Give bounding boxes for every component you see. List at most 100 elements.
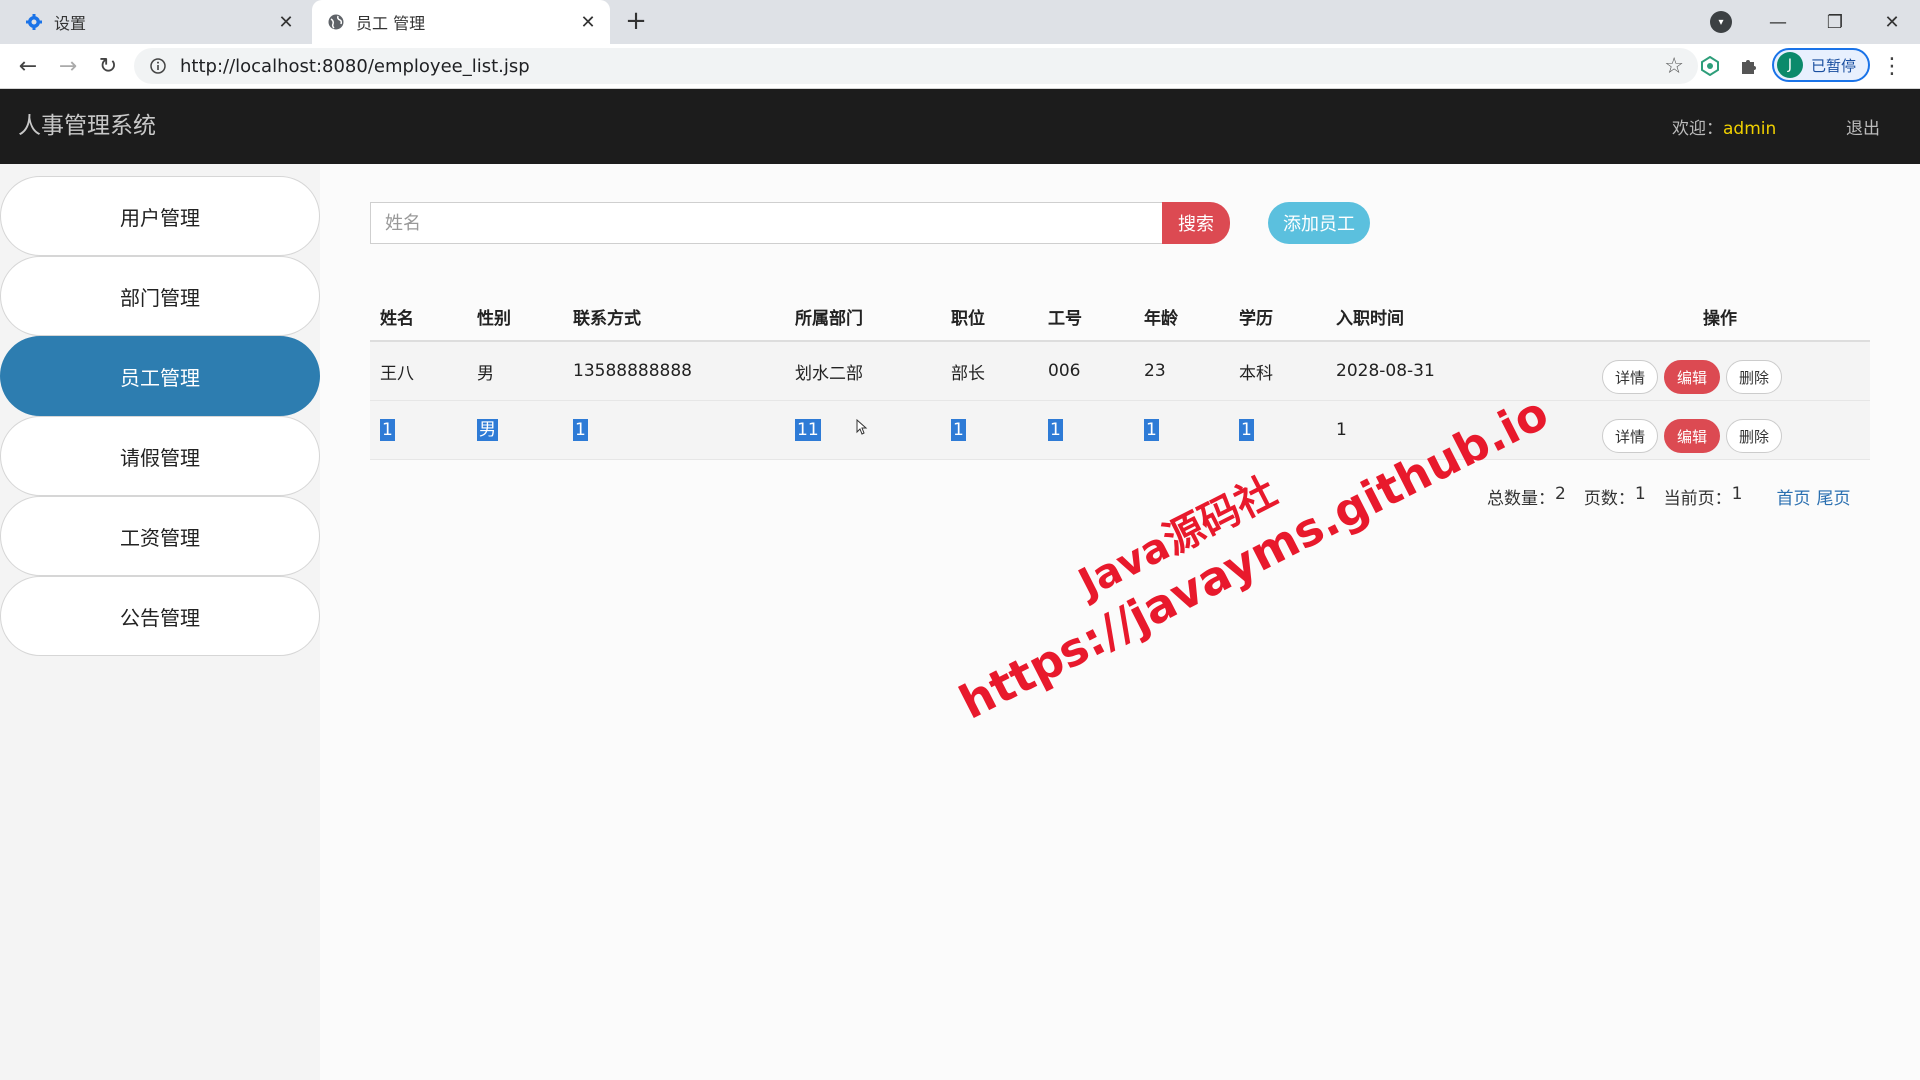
new-tab-button[interactable]: + bbox=[622, 8, 650, 36]
cell-department: 划水二部 bbox=[795, 363, 863, 384]
total-label: 总数量： bbox=[1487, 489, 1555, 509]
detail-button[interactable]: 详情 bbox=[1602, 419, 1658, 453]
row-actions: 详情 编辑 删除 bbox=[1602, 401, 1782, 459]
total-count: 2 bbox=[1555, 484, 1566, 504]
sidebar-item-users[interactable]: 用户管理 bbox=[0, 176, 320, 256]
selected-text: 1 bbox=[1144, 419, 1159, 441]
cell-phone: 1 bbox=[573, 401, 588, 459]
last-page-link[interactable]: 尾页 bbox=[1816, 484, 1850, 509]
selected-text: 1 bbox=[573, 419, 588, 441]
restore-icon[interactable]: ❐ bbox=[1815, 6, 1855, 38]
delete-button[interactable]: 删除 bbox=[1726, 360, 1782, 394]
pages-label: 页数： bbox=[1583, 489, 1635, 509]
cell-department: 11 bbox=[795, 401, 821, 459]
cell-hire-date: 1 bbox=[1336, 420, 1347, 440]
cell-name: 1 bbox=[380, 401, 395, 459]
extension-hex-icon[interactable] bbox=[1696, 52, 1724, 80]
selected-text: 1 bbox=[380, 419, 395, 441]
page-count: 1 bbox=[1634, 484, 1646, 504]
detail-button[interactable]: 详情 bbox=[1602, 360, 1658, 394]
search-input[interactable] bbox=[370, 202, 1164, 244]
cell-age: 1 bbox=[1144, 401, 1159, 459]
sidebar-item-notices[interactable]: 公告管理 bbox=[0, 576, 320, 656]
app-brand[interactable]: 人事管理系统 bbox=[18, 106, 156, 140]
table-header: 姓名 性别 联系方式 所属部门 职位 工号 年龄 学历 入职时间 操作 bbox=[370, 292, 1870, 342]
cell-name: 王八 bbox=[380, 363, 414, 384]
tab-settings[interactable]: 设置 ✕ bbox=[8, 0, 308, 44]
column-header: 操作 bbox=[1703, 308, 1737, 329]
info-icon[interactable] bbox=[148, 56, 168, 76]
browser-tabstrip: 设置 ✕ 员工 管理 ✕ + ▾ — ❐ ✕ bbox=[0, 0, 1920, 44]
table-row: 1 男 1 11 1 1 1 1 1 详情 编辑 删除 bbox=[370, 401, 1870, 460]
username: admin bbox=[1723, 119, 1777, 139]
column-header: 学历 bbox=[1239, 308, 1273, 329]
column-header: 年龄 bbox=[1144, 308, 1178, 329]
cell-gender: 男 bbox=[477, 363, 494, 384]
cell-age: 23 bbox=[1144, 361, 1166, 381]
profile-status: 已暂停 bbox=[1811, 56, 1857, 75]
add-employee-button[interactable]: 添加员工 bbox=[1268, 202, 1370, 244]
selected-text: 1 bbox=[1048, 419, 1063, 441]
close-icon[interactable]: ✕ bbox=[274, 10, 298, 34]
sidebar-item-salary[interactable]: 工资管理 bbox=[0, 496, 320, 576]
selected-text: 11 bbox=[795, 419, 821, 441]
logout-link[interactable]: 退出 bbox=[1846, 114, 1880, 139]
extensions-puzzle-icon[interactable] bbox=[1735, 52, 1763, 80]
current-page: 1 bbox=[1731, 484, 1743, 504]
sidebar-item-leave[interactable]: 请假管理 bbox=[0, 416, 320, 496]
window-close-icon[interactable]: ✕ bbox=[1872, 6, 1912, 38]
back-icon[interactable]: ← bbox=[12, 50, 44, 82]
first-page-link[interactable]: 首页 bbox=[1776, 484, 1810, 509]
column-header: 入职时间 bbox=[1336, 308, 1404, 329]
column-header: 性别 bbox=[477, 308, 511, 329]
edit-button[interactable]: 编辑 bbox=[1664, 419, 1720, 453]
avatar: J bbox=[1777, 52, 1803, 78]
sidebar-item-departments[interactable]: 部门管理 bbox=[0, 256, 320, 336]
column-header: 职位 bbox=[951, 308, 985, 329]
bookmark-star-icon[interactable]: ☆ bbox=[1664, 54, 1684, 79]
selected-text: 1 bbox=[1239, 419, 1254, 441]
selected-text: 1 bbox=[951, 419, 966, 441]
tab-employee-management[interactable]: 员工 管理 ✕ bbox=[312, 0, 610, 44]
table-row: 王八 男 13588888888 划水二部 部长 006 23 本科 2028-… bbox=[370, 342, 1870, 401]
column-header: 联系方式 bbox=[573, 308, 641, 329]
url-text[interactable]: http://localhost:8080/employee_list.jsp bbox=[180, 56, 1664, 77]
current-label: 当前页： bbox=[1663, 489, 1732, 509]
app-header: 人事管理系统 欢迎：admin 退出 bbox=[0, 89, 1920, 164]
address-bar[interactable]: http://localhost:8080/employee_list.jsp … bbox=[134, 48, 1698, 84]
sidebar-item-employees[interactable]: 员工管理 bbox=[0, 336, 320, 416]
tab-label: 员工 管理 bbox=[356, 14, 426, 33]
cell-education: 1 bbox=[1239, 401, 1254, 459]
delete-button[interactable]: 删除 bbox=[1726, 419, 1782, 453]
cell-employee-no: 006 bbox=[1048, 361, 1081, 381]
reload-icon[interactable]: ↻ bbox=[92, 50, 124, 82]
tab-label: 设置 bbox=[54, 14, 87, 33]
column-header: 姓名 bbox=[380, 308, 414, 329]
cell-phone: 13588888888 bbox=[573, 361, 692, 381]
gear-icon bbox=[24, 12, 44, 32]
cell-education: 本科 bbox=[1239, 363, 1273, 384]
close-icon[interactable]: ✕ bbox=[576, 10, 600, 34]
welcome-text: 欢迎：admin bbox=[1672, 114, 1776, 139]
search-button[interactable]: 搜索 bbox=[1162, 202, 1230, 244]
cell-employee-no: 1 bbox=[1048, 401, 1063, 459]
pagination: 总数量： 2 页数： 1 当前页： 1 首页 尾页 bbox=[1487, 484, 1856, 509]
globe-icon bbox=[326, 12, 346, 32]
welcome-prefix: 欢迎： bbox=[1672, 119, 1723, 139]
edit-button[interactable]: 编辑 bbox=[1664, 360, 1720, 394]
minimize-icon[interactable]: — bbox=[1758, 6, 1798, 38]
selected-text: 男 bbox=[477, 419, 498, 441]
profile-paused-button[interactable]: J 已暂停 bbox=[1772, 48, 1870, 82]
cell-hire-date: 2028-08-31 bbox=[1336, 361, 1435, 381]
sidebar: 用户管理 部门管理 员工管理 请假管理 工资管理 公告管理 bbox=[0, 164, 320, 1080]
menu-kebab-icon[interactable]: ⋮ bbox=[1880, 50, 1904, 82]
forward-icon[interactable]: → bbox=[52, 50, 84, 82]
cell-position: 1 bbox=[951, 401, 966, 459]
cell-position: 部长 bbox=[951, 363, 985, 384]
column-header: 工号 bbox=[1048, 308, 1082, 329]
employee-table: 姓名 性别 联系方式 所属部门 职位 工号 年龄 学历 入职时间 操作 王八 男… bbox=[370, 292, 1870, 460]
mouse-cursor-icon bbox=[856, 419, 868, 435]
column-header: 所属部门 bbox=[795, 308, 863, 329]
cell-gender: 男 bbox=[477, 401, 498, 459]
tab-search-icon[interactable]: ▾ bbox=[1710, 11, 1732, 33]
